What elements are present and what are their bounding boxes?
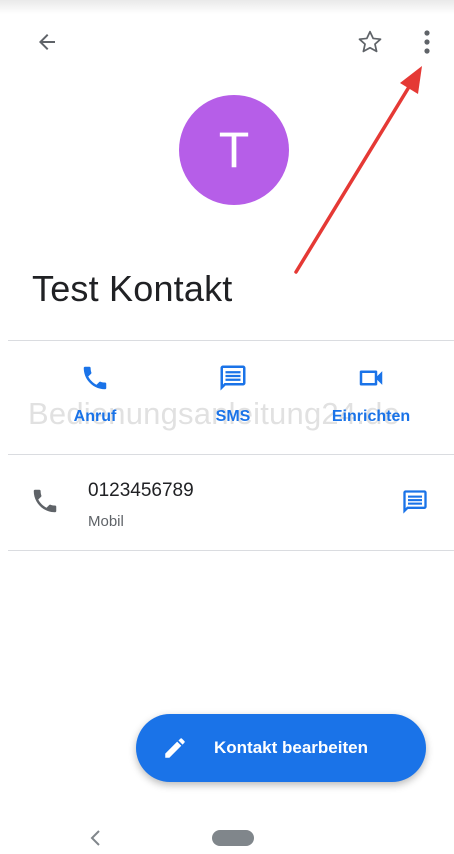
- star-outline-icon: [358, 30, 382, 53]
- contact-name: Test Kontakt: [32, 268, 233, 309]
- video-setup-action-label: Einrichten: [331, 408, 411, 425]
- arrow-back-icon: [39, 34, 55, 50]
- nav-back-chevron-icon[interactable]: [86, 826, 106, 850]
- pencil-icon: [165, 738, 185, 758]
- call-action-button[interactable]: Anruf: [35, 362, 155, 434]
- phone-icon: [33, 489, 57, 513]
- phone-number-row[interactable]: 0123456789 Mobil: [0, 470, 454, 540]
- divider: [8, 340, 454, 341]
- send-message-button[interactable]: [394, 484, 436, 520]
- more-options-button[interactable]: [410, 22, 444, 62]
- status-bar-strip: [0, 0, 454, 14]
- message-icon: [403, 490, 427, 514]
- videocam-icon: [359, 370, 383, 386]
- back-button[interactable]: [26, 24, 68, 60]
- divider: [8, 550, 454, 551]
- favorite-button[interactable]: [348, 24, 392, 60]
- home-pill-icon[interactable]: [212, 830, 254, 846]
- sms-action-label: SMS: [215, 408, 251, 425]
- video-setup-action-button[interactable]: Einrichten: [311, 362, 431, 434]
- message-icon: [220, 365, 246, 391]
- phone-type-label: Mobil: [88, 513, 124, 530]
- sms-action-button[interactable]: SMS: [173, 362, 293, 434]
- edit-contact-label: Kontakt bearbeiten: [214, 738, 368, 757]
- phone-icon: [83, 366, 107, 390]
- divider: [8, 454, 454, 455]
- avatar: T: [179, 95, 289, 205]
- phone-number: 0123456789: [88, 480, 194, 501]
- call-action-label: Anruf: [73, 408, 117, 425]
- edit-contact-button[interactable]: Kontakt bearbeiten: [136, 714, 426, 782]
- avatar-initial: T: [218, 122, 250, 178]
- more-vert-icon: [424, 30, 430, 54]
